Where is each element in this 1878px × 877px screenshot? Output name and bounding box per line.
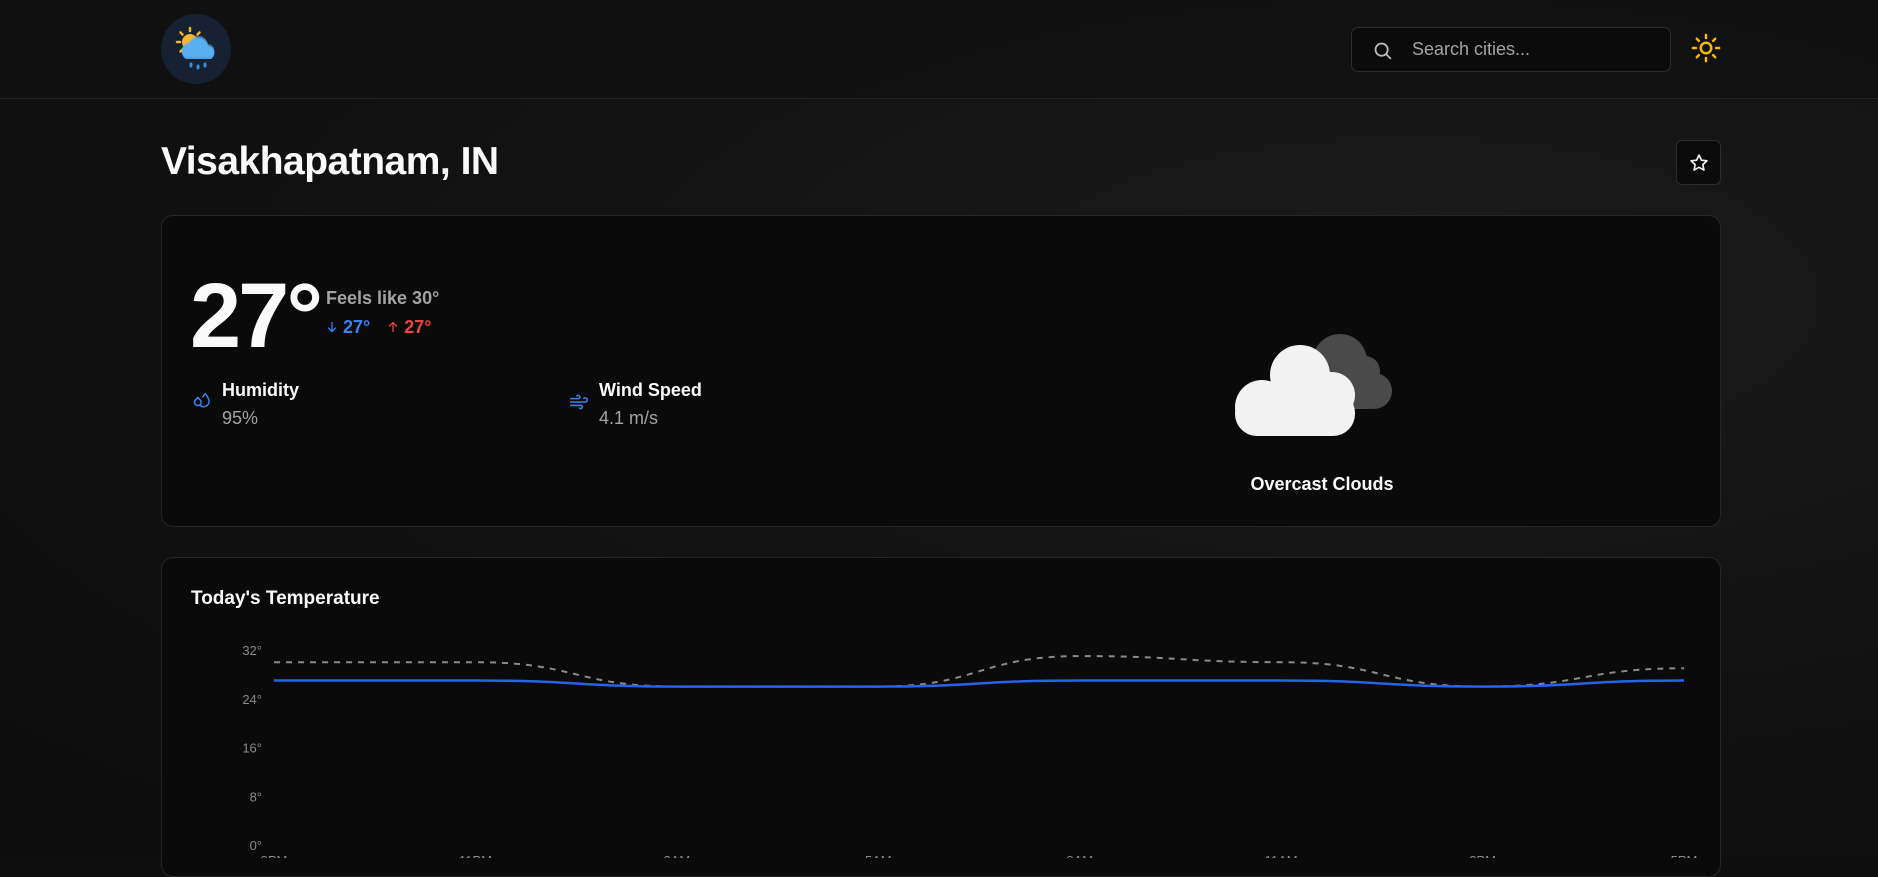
wind-speed-value: 4.1 m/s xyxy=(599,408,659,428)
feels-like-series-line xyxy=(274,655,1685,688)
wind-speed-label: Wind Speed xyxy=(599,380,702,400)
city-title: Visakhapatnam, IN xyxy=(161,140,499,183)
humidity-value: 95% xyxy=(222,408,259,428)
search-icon xyxy=(1374,42,1392,60)
search-box[interactable] xyxy=(1351,27,1671,72)
search-input[interactable] xyxy=(1412,28,1662,71)
arrow-down-icon xyxy=(327,321,337,333)
app-logo[interactable] xyxy=(161,14,231,84)
theme-toggle-button[interactable] xyxy=(1688,30,1724,66)
min-temperature: 27° xyxy=(326,317,375,337)
favorite-button[interactable] xyxy=(1676,140,1721,185)
current-weather-card: 27° Feels like 30° 27° 27° Humidity 95% … xyxy=(161,215,1721,527)
temperature-series-line xyxy=(274,679,1685,688)
overcast-clouds-icon xyxy=(1235,334,1392,436)
max-temperature-value: 27° xyxy=(404,317,432,337)
y-tick-label: 8° xyxy=(250,789,262,804)
y-tick-label: 32° xyxy=(242,643,262,658)
min-temperature-value: 27° xyxy=(343,317,371,337)
sun-behind-rain-cloud-icon xyxy=(175,26,215,70)
droplets-icon xyxy=(193,392,210,408)
weather-condition: Overcast Clouds xyxy=(1250,474,1394,494)
y-tick-label: 0° xyxy=(250,838,262,853)
top-bar xyxy=(0,0,1878,99)
min-max-temperature: 27° 27° xyxy=(326,317,432,338)
feels-like: Feels like 30° xyxy=(326,288,440,308)
y-tick-label: 24° xyxy=(242,692,262,707)
y-tick-label: 16° xyxy=(242,741,262,756)
max-temperature: 27° xyxy=(387,317,432,337)
star-icon xyxy=(1689,153,1708,171)
wind-icon xyxy=(569,394,589,410)
sun-icon xyxy=(1691,33,1721,63)
temperature-chart: 0°8°16°24°32°8PM11PM2AM5AM8AM11AM2PM5PM xyxy=(242,643,1697,858)
current-temperature: 27° xyxy=(190,265,323,367)
temperature-chart-card: Today's Temperature 0°8°16°24°32°8PM11PM… xyxy=(161,557,1721,877)
arrow-up-icon xyxy=(389,321,398,333)
humidity-label: Humidity xyxy=(222,380,300,400)
